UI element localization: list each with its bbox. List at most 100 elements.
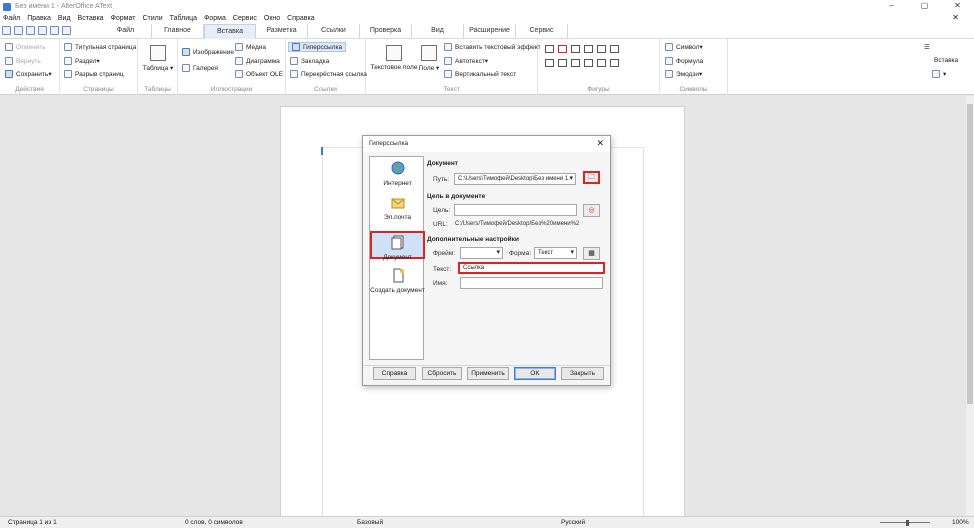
ribbon-menu-icon[interactable]: ☰: [924, 43, 930, 51]
menu-tools[interactable]: Сервис: [233, 15, 257, 22]
zoom-slider[interactable]: [848, 520, 938, 526]
ole-object-button[interactable]: Объект OLE: [235, 70, 283, 78]
sidebar-item-new-document[interactable]: Создать документ: [370, 268, 425, 295]
polyline-shape-icon[interactable]: [571, 45, 580, 53]
gallery-button[interactable]: Галерея: [182, 64, 218, 72]
title-page-button[interactable]: Титульная страница: [64, 43, 136, 51]
field-button[interactable]: Поле ▾: [418, 45, 440, 72]
tab-references[interactable]: Ссылки: [308, 24, 360, 39]
name-input[interactable]: [460, 277, 603, 289]
link-text-input[interactable]: Ссылка: [458, 262, 605, 274]
vertical-scrollbar[interactable]: [966, 96, 974, 516]
menu-insert[interactable]: Вставка: [78, 15, 104, 22]
frame-combobox[interactable]: [460, 247, 503, 259]
formula-button[interactable]: Формула: [665, 57, 703, 65]
tab-layout[interactable]: Разметка: [256, 24, 308, 39]
emoji-button[interactable]: Эмодзи ▾: [665, 70, 702, 78]
target-browser-button[interactable]: ◎: [583, 204, 600, 217]
page-break-button[interactable]: Разрыв страниц: [64, 70, 124, 78]
text-effect-icon: [444, 43, 452, 51]
table-button[interactable]: Таблица ▾: [140, 45, 176, 72]
zoom-knob[interactable]: [906, 520, 909, 526]
star-shape-icon[interactable]: [597, 59, 606, 67]
tab-file[interactable]: Файл: [100, 24, 152, 39]
group-text: Текстовое поле Поле ▾ Вставить текстовый…: [366, 39, 541, 95]
chart-button[interactable]: Диаграмма: [235, 57, 280, 65]
tab-home[interactable]: Главное: [152, 24, 204, 39]
close-document-icon[interactable]: ✕: [952, 13, 959, 22]
autotext-button[interactable]: Автотекст ▾: [444, 57, 488, 65]
maximize-button[interactable]: ▢: [908, 0, 941, 13]
tab-view[interactable]: Вид: [412, 24, 464, 39]
undo-button[interactable]: Отменить: [5, 43, 46, 51]
target-input[interactable]: [454, 204, 577, 216]
smiley-shape-icon[interactable]: [610, 45, 619, 53]
open-icon[interactable]: [14, 26, 23, 35]
scrollbar-thumb[interactable]: [967, 104, 973, 404]
tab-tools[interactable]: Сервис: [516, 24, 568, 39]
ellipse-shape-icon[interactable]: [558, 59, 567, 67]
diamond-shape-icon[interactable]: [597, 45, 606, 53]
open-file-button[interactable]: 🗀: [583, 171, 600, 184]
sidebar-item-internet[interactable]: Интернет: [370, 161, 425, 187]
rectangle-shape-icon[interactable]: [545, 59, 554, 67]
close-button[interactable]: Закрыть: [561, 367, 604, 380]
vertical-text-button[interactable]: Вертикальный текст: [444, 70, 516, 78]
help-button[interactable]: Справка: [373, 367, 416, 380]
zoom-level[interactable]: 100%: [952, 519, 969, 526]
reset-button[interactable]: Сбросить: [422, 367, 462, 380]
new-document-icon[interactable]: [2, 26, 11, 35]
save-button[interactable]: Сохранить ▾: [5, 70, 52, 78]
text-box-button[interactable]: Текстовое поле: [370, 45, 418, 71]
word-count[interactable]: 0 слов, 0 символов: [185, 519, 243, 526]
image-button[interactable]: Изображение: [182, 48, 234, 56]
callout-shape-icon[interactable]: [610, 59, 619, 67]
cross-reference-button[interactable]: Перекрёстная ссылка: [290, 70, 367, 78]
menu-file[interactable]: Файл: [3, 15, 20, 22]
undo-icon[interactable]: [38, 26, 47, 35]
line-shape-icon[interactable]: [545, 45, 554, 53]
tab-review[interactable]: Проверка: [360, 24, 412, 39]
arrow-shape-icon[interactable]: [584, 45, 593, 53]
hyperlink-icon: [292, 43, 300, 51]
menu-format[interactable]: Формат: [111, 15, 136, 22]
tab-extensions[interactable]: Расширение: [464, 24, 516, 39]
redo-button[interactable]: Вернуть: [5, 57, 41, 65]
path-combobox[interactable]: C:\Users\Тимофей\Desktop\Без имени 1.: [454, 173, 576, 185]
menu-help[interactable]: Справка: [287, 15, 314, 22]
print-icon[interactable]: [62, 26, 71, 35]
page-count[interactable]: Страница 1 из 1: [8, 519, 57, 526]
insert-button[interactable]: Вставка: [934, 57, 958, 64]
apply-button[interactable]: Применить: [467, 367, 509, 380]
menu-styles[interactable]: Стили: [142, 15, 162, 22]
field-label: Поле: [418, 65, 435, 72]
insert-options[interactable]: ▾: [932, 70, 946, 78]
connector-shape-icon[interactable]: [558, 45, 567, 53]
menu-form[interactable]: Форма: [204, 15, 226, 22]
language[interactable]: Русский: [561, 519, 585, 526]
menu-table[interactable]: Таблица: [170, 15, 197, 22]
text-effect-button[interactable]: Вставить текстовый эффект: [444, 43, 541, 51]
media-button[interactable]: Медиа: [235, 43, 266, 51]
menu-window[interactable]: Окно: [264, 15, 280, 22]
menu-edit[interactable]: Правка: [27, 15, 51, 22]
ok-button[interactable]: OK: [514, 367, 556, 380]
freeform-shape-icon[interactable]: [584, 59, 593, 67]
sidebar-item-document[interactable]: Документ: [370, 231, 425, 261]
tab-insert[interactable]: Вставка: [204, 24, 256, 39]
section-button[interactable]: Раздел ▾: [64, 57, 100, 65]
minimize-button[interactable]: –: [875, 0, 908, 13]
save-icon[interactable]: [26, 26, 35, 35]
menu-view[interactable]: Вид: [58, 15, 71, 22]
curve-shape-icon[interactable]: [571, 59, 580, 67]
redo-icon[interactable]: [50, 26, 59, 35]
dialog-close-icon[interactable]: ✕: [596, 138, 604, 149]
bookmark-button[interactable]: Закладка: [290, 57, 329, 65]
hyperlink-button[interactable]: Гиперссылка: [288, 42, 347, 52]
page-style[interactable]: Базовый: [357, 519, 383, 526]
close-window-button[interactable]: ✕: [941, 0, 974, 13]
sidebar-item-email[interactable]: Эл.почта: [370, 195, 425, 221]
events-button[interactable]: ▦: [583, 247, 600, 260]
form-select[interactable]: Текст: [534, 247, 577, 259]
symbol-button[interactable]: Символ ▾: [665, 43, 703, 51]
